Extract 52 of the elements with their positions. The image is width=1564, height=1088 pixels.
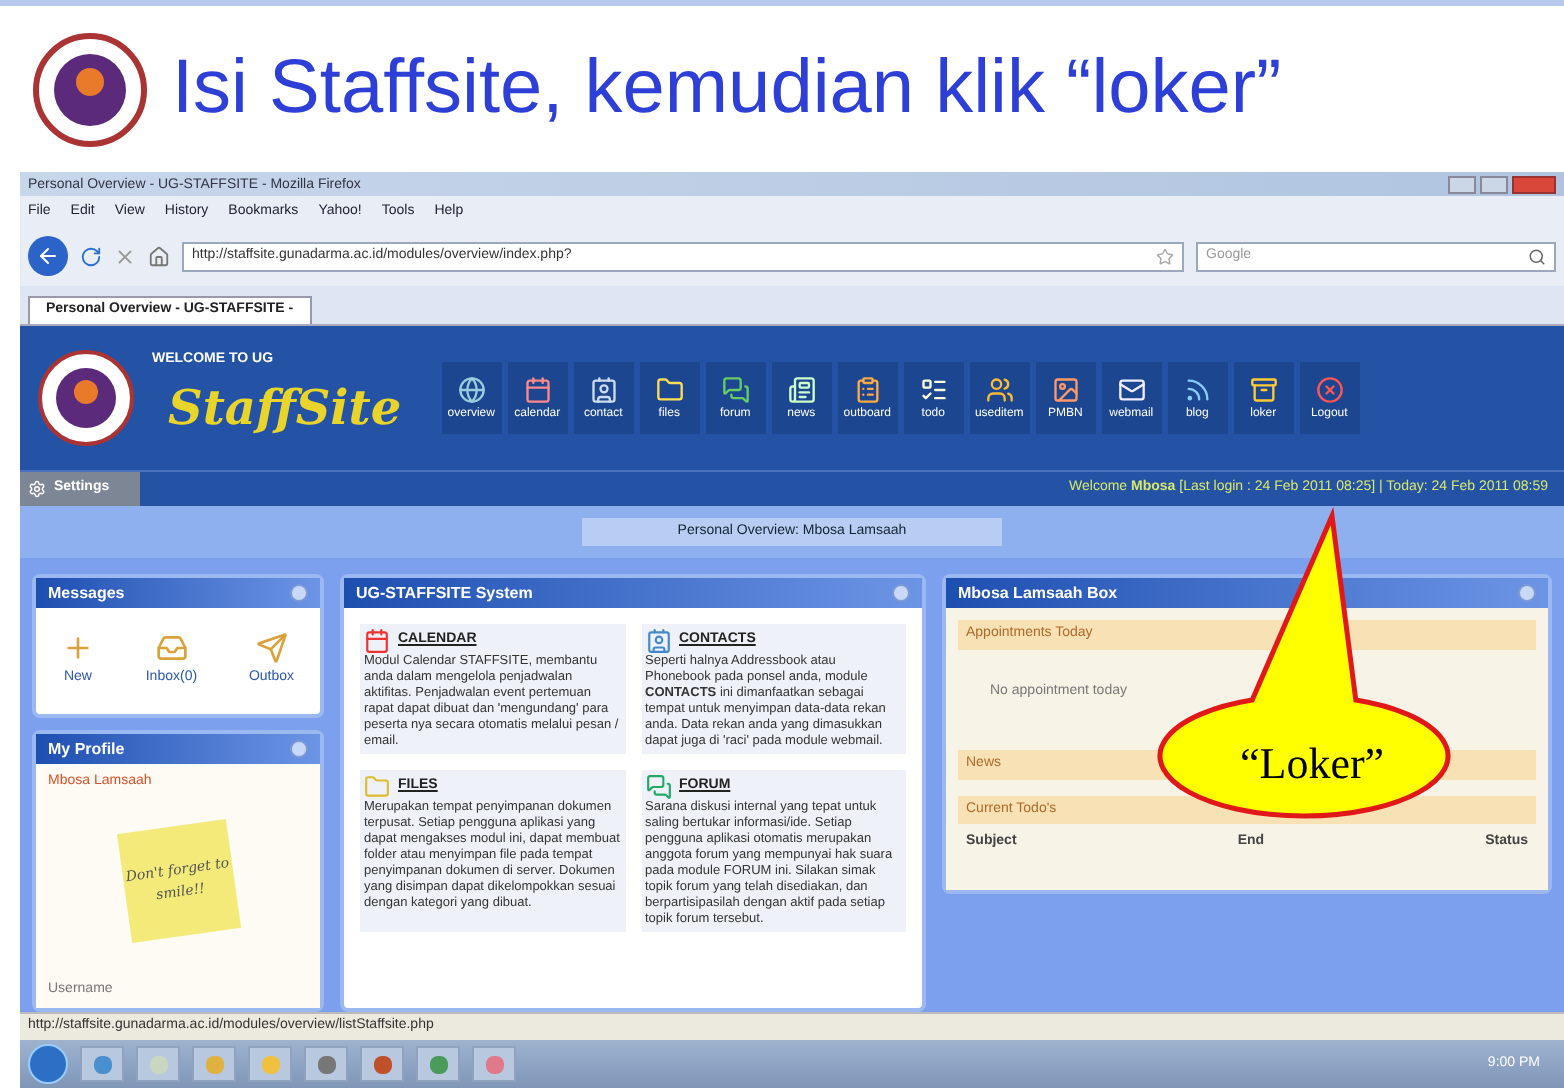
calendar-icon xyxy=(364,628,390,654)
settings-icon xyxy=(28,480,46,498)
collapse-icon[interactable] xyxy=(290,740,308,758)
collapse-icon[interactable] xyxy=(290,584,308,602)
collapse-icon[interactable] xyxy=(892,584,910,602)
maximize-button[interactable] xyxy=(1480,175,1508,193)
start-button[interactable] xyxy=(28,1044,68,1084)
collapse-icon[interactable] xyxy=(1518,584,1536,602)
picture-icon xyxy=(1051,376,1080,404)
taskbar-app-icon[interactable] xyxy=(360,1046,404,1082)
taskbar-app-icon[interactable] xyxy=(136,1046,180,1082)
close-button[interactable] xyxy=(1512,175,1556,193)
taskbar-app-icon[interactable] xyxy=(192,1046,236,1082)
panel-title: UG-STAFFSITE System xyxy=(356,581,533,605)
back-button[interactable] xyxy=(28,236,68,276)
inbox-icon xyxy=(155,632,188,665)
emblem-icon xyxy=(36,348,136,448)
clipboard-icon xyxy=(853,376,882,404)
home-icon[interactable] xyxy=(148,245,170,267)
feed-icon xyxy=(1183,376,1212,404)
panel-title: My Profile xyxy=(48,737,125,761)
folder-icon xyxy=(364,774,390,800)
search-icon xyxy=(1528,247,1546,265)
chat-icon xyxy=(721,376,750,404)
outbox-icon xyxy=(255,632,288,665)
back-arrow-icon xyxy=(36,244,60,268)
taskbar-app-icon[interactable] xyxy=(416,1046,460,1082)
people-icon xyxy=(985,376,1014,404)
contact-card-icon xyxy=(645,628,671,654)
panel-title: Mbosa Lamsaah Box xyxy=(958,581,1118,605)
slide-title: Isi Staffsite, kemudian klik “loker” xyxy=(172,44,1282,134)
taskbar-app-icon[interactable] xyxy=(80,1046,124,1082)
close-circle-icon xyxy=(1315,376,1344,404)
panel-title: Messages xyxy=(48,581,125,605)
site-logo-text: StaffSite xyxy=(166,376,404,441)
stop-icon[interactable] xyxy=(114,245,136,267)
bookmark-star-icon[interactable] xyxy=(1156,247,1174,265)
emblem-icon xyxy=(32,31,148,147)
cabinet-icon xyxy=(1249,376,1278,404)
taskbar-app-icon[interactable] xyxy=(472,1046,516,1082)
taskbar-app-icon[interactable] xyxy=(304,1046,348,1082)
checklist-icon xyxy=(919,376,948,404)
folder-icon xyxy=(655,376,684,404)
newspaper-icon xyxy=(787,376,816,404)
contact-card-icon xyxy=(589,376,618,404)
globe-icon xyxy=(457,376,486,404)
calendar-icon xyxy=(523,376,552,404)
reload-icon[interactable] xyxy=(80,245,102,267)
mail-icon xyxy=(1117,376,1146,404)
minimize-button[interactable] xyxy=(1448,175,1476,193)
taskbar-app-icon[interactable] xyxy=(248,1046,292,1082)
chat-icon xyxy=(645,774,671,800)
